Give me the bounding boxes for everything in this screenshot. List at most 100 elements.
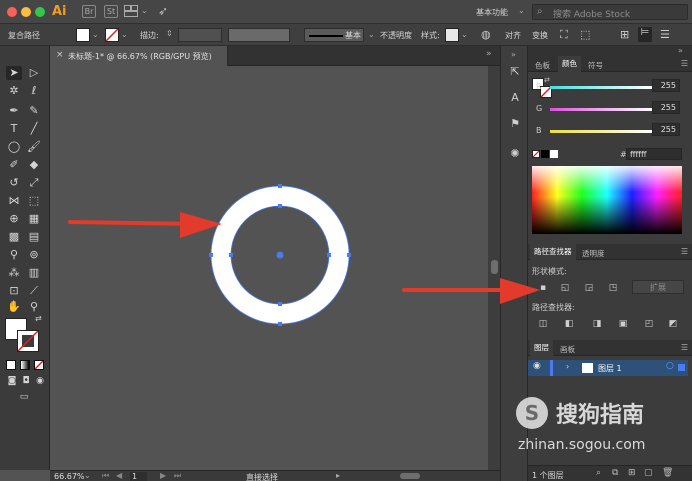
stroke-color-swatch[interactable] <box>105 28 119 42</box>
artboard-number[interactable]: 1 <box>130 472 148 481</box>
intersect-icon[interactable]: ◲ <box>582 282 596 294</box>
white-swatch[interactable] <box>550 150 558 158</box>
chevron-right-icon[interactable]: › <box>566 362 569 371</box>
panel-menu-icon[interactable]: ☰ <box>681 343 688 352</box>
export-icon[interactable]: ⇱ <box>507 64 523 80</box>
zoom-tool-icon[interactable]: ⚲ <box>26 300 42 314</box>
search-icon[interactable]: ⌕ <box>596 468 601 478</box>
type-tool-icon[interactable]: T <box>6 122 22 136</box>
flag-icon[interactable]: ⚑ <box>507 116 523 132</box>
layer-row[interactable]: ◉ › 图层 1 ○ <box>528 360 688 376</box>
mesh-tool-icon[interactable]: ▩ <box>6 230 22 244</box>
delete-layer-icon[interactable]: 🗑 <box>662 468 673 478</box>
eye-icon[interactable]: ◉ <box>533 361 541 371</box>
perspective-grid-tool-icon[interactable]: ▦ <box>26 212 42 226</box>
align-button[interactable]: 对齐 <box>505 30 521 41</box>
prev-artboard-icon[interactable]: ◀ <box>116 471 122 480</box>
chevron-down-icon[interactable]: ⌄ <box>121 30 128 39</box>
hex-input[interactable]: ffffff <box>626 148 682 160</box>
layer-name[interactable]: 图层 1 <box>598 363 622 374</box>
magic-wand-tool-icon[interactable]: ✲ <box>6 84 22 98</box>
brush-definition[interactable]: 基本 <box>304 28 364 42</box>
arrange-icon[interactable]: ⊞ <box>620 28 629 41</box>
isolate-icon[interactable]: ⛶ <box>560 28 568 42</box>
lasso-tool-icon[interactable]: ℓ <box>26 84 42 98</box>
control-menu-icon[interactable]: ☰ <box>660 28 670 41</box>
crop-icon[interactable]: ▣ <box>616 318 630 330</box>
color-mode-icon[interactable] <box>6 360 16 370</box>
close-tab-icon[interactable]: × <box>56 50 64 60</box>
none-mode-icon[interactable] <box>34 360 44 370</box>
width-tool-icon[interactable]: ⋈ <box>6 194 22 208</box>
new-sublayer-icon[interactable]: ⊞ <box>628 468 636 478</box>
canvas[interactable] <box>50 66 500 470</box>
chevron-down-icon[interactable]: ⌄ <box>518 6 525 15</box>
pen-tool-icon[interactable]: ✒ <box>6 104 22 118</box>
rotate-tool-icon[interactable]: ↺ <box>6 176 22 190</box>
trim-icon[interactable]: ◧ <box>562 318 576 330</box>
workspace-switcher[interactable]: 基本功能 <box>476 7 508 18</box>
chevron-down-icon[interactable]: ⌄ <box>141 6 148 15</box>
close-window-button[interactable] <box>7 7 17 17</box>
expand-button[interactable]: 扩展 <box>632 280 684 294</box>
tab-swatches[interactable]: 色板 <box>535 60 550 71</box>
curvature-tool-icon[interactable]: ✎ <box>26 104 42 118</box>
stroke-weight-stepper[interactable]: ⇕ <box>166 29 173 38</box>
minus-back-icon[interactable]: ◩ <box>666 318 680 330</box>
paintbrush-tool-icon[interactable]: 🖌 <box>26 140 42 154</box>
status-arrow-icon[interactable]: ▸ <box>336 471 340 480</box>
ellipse-tool-icon[interactable]: ◯ <box>6 140 22 154</box>
r-value[interactable]: 255 <box>652 79 680 92</box>
fill-color-swatch[interactable] <box>76 28 90 42</box>
collapse-icon[interactable]: » <box>511 50 516 59</box>
r-slider[interactable] <box>550 86 652 89</box>
gradient-mode-icon[interactable] <box>20 360 30 370</box>
divide-icon[interactable]: ◫ <box>536 318 550 330</box>
slice-tool-icon[interactable]: ⟋ <box>26 284 42 298</box>
panel-menu-icon[interactable]: ☰ <box>681 247 688 256</box>
isolate-group-icon[interactable]: ⬚ <box>580 28 590 41</box>
hand-tool-icon[interactable]: ✋ <box>6 300 22 314</box>
swap-fill-stroke-icon[interactable]: ⇄ <box>35 314 42 323</box>
line-tool-icon[interactable]: ╱ <box>26 122 42 136</box>
blend-tool-icon[interactable]: ⊚ <box>26 248 42 262</box>
stock-icon[interactable]: St <box>104 5 118 18</box>
tab-transparency[interactable]: 透明度 <box>582 248 605 259</box>
black-swatch[interactable] <box>541 150 549 158</box>
chevron-down-icon[interactable]: ⌄ <box>92 30 99 39</box>
chevron-down-icon[interactable]: ⌄ <box>84 471 91 480</box>
g-value[interactable]: 255 <box>652 101 680 114</box>
screen-mode-icon[interactable]: ▭ <box>16 390 32 404</box>
collapse-icon[interactable]: » <box>678 46 683 55</box>
draw-inside-icon[interactable]: ◉ <box>32 374 48 388</box>
shape-builder-tool-icon[interactable]: ⊕ <box>6 212 22 226</box>
shaper-tool-icon[interactable]: ✐ <box>6 158 22 172</box>
recolor-artwork-icon[interactable]: ◍ <box>481 28 491 41</box>
tab-pathfinder[interactable]: 路径查找器 <box>530 244 576 260</box>
send-icon[interactable]: ➶ <box>158 4 168 18</box>
arrange-documents-icon[interactable] <box>124 5 138 18</box>
tab-color[interactable]: 颜色 <box>558 56 581 72</box>
panel-menu-icon[interactable]: ☰ <box>681 59 688 68</box>
artboard-tool-icon[interactable]: ⊡ <box>6 284 22 298</box>
bridge-icon[interactable]: Br <box>82 5 96 18</box>
minimize-window-button[interactable] <box>21 7 31 17</box>
horizontal-scroll-thumb[interactable] <box>400 473 420 479</box>
chevron-down-icon[interactable]: ⌄ <box>368 30 375 39</box>
selection-tool-icon[interactable]: ➤ <box>6 66 22 80</box>
stroke-swatch[interactable] <box>17 330 39 352</box>
direct-selection-tool-icon[interactable]: ▷ <box>26 66 42 80</box>
scale-tool-icon[interactable]: ⤢ <box>26 176 42 190</box>
color-spectrum[interactable] <box>532 166 682 234</box>
exclude-icon[interactable]: ◳ <box>606 282 620 294</box>
outline-icon[interactable]: ◰ <box>642 318 656 330</box>
variable-width-profile[interactable] <box>228 28 290 42</box>
none-swatch[interactable] <box>532 150 540 158</box>
tab-artboards[interactable]: 画板 <box>560 344 575 355</box>
panel-options-icon[interactable]: ⊨ <box>638 27 652 42</box>
vertical-scrollbar[interactable] <box>488 66 500 470</box>
type-panel-icon[interactable]: A <box>507 90 523 106</box>
eyedropper-tool-icon[interactable]: ⚲ <box>6 248 22 262</box>
g-slider[interactable] <box>550 108 652 111</box>
gradient-tool-icon[interactable]: ▤ <box>26 230 42 244</box>
